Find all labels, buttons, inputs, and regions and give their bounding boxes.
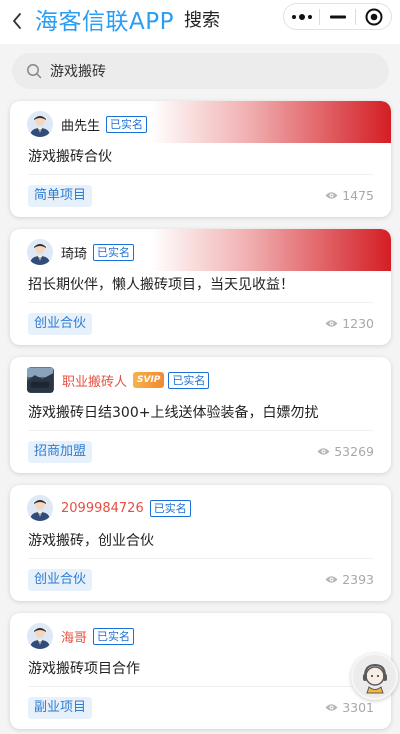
back-button[interactable]: [4, 6, 30, 36]
view-count-value: 1475: [342, 188, 374, 203]
divider: [28, 686, 373, 687]
post-card[interactable]: 曲先生 已实名 游戏搬砖合伙 简单项目 1475: [10, 101, 391, 217]
photo-avatar-icon: [27, 367, 53, 393]
person-avatar-icon: [27, 495, 53, 521]
avatar: [27, 239, 53, 265]
divider: [28, 302, 373, 303]
target-close-icon: [365, 8, 382, 25]
username[interactable]: 职业搬砖人: [62, 371, 127, 390]
view-count: 2393: [325, 572, 374, 587]
post-title: 游戏搬砖合伙: [28, 149, 112, 165]
avatar: [27, 623, 53, 649]
person-avatar-icon: [27, 111, 53, 137]
red-gradient-ribbon: [151, 229, 391, 271]
customer-service-icon: [362, 663, 387, 693]
view-count: 3301: [325, 700, 374, 715]
eye-icon: [325, 704, 338, 711]
search-bar[interactable]: [12, 53, 389, 89]
header: 海客信联APP 搜索: [0, 0, 400, 44]
app-brand: 海客信联APP: [35, 9, 174, 35]
view-count-value: 1230: [342, 316, 374, 331]
category-tag: 副业项目: [28, 697, 93, 719]
post-title: 招长期伙伴，懒人搬砖项目，当天见收益！: [28, 277, 294, 293]
verified-badge: 已实名: [93, 243, 135, 261]
post-author: 曲先生 已实名: [27, 111, 148, 137]
mini-program-capsule: [283, 3, 392, 30]
post-title: 游戏搬砖，创业合伙: [28, 533, 154, 549]
category-tag: 创业合伙: [28, 313, 93, 335]
close-button[interactable]: [356, 4, 391, 29]
post-list: 曲先生 已实名 游戏搬砖合伙 简单项目 1475 琦琦 已实名 招长期伙伴，懒人…: [10, 101, 391, 734]
post-author: 职业搬砖人 SVIP 已实名: [27, 367, 210, 393]
divider: [28, 558, 373, 559]
post-author: 海哥 已实名: [27, 623, 135, 649]
post-title: 游戏搬砖日结300+上线送体验装备，白嫖勿扰: [28, 405, 319, 421]
post-title: 游戏搬砖项目合作: [28, 661, 140, 677]
view-count: 1230: [325, 316, 374, 331]
person-avatar-icon: [27, 239, 53, 265]
chevron-left-icon: [13, 13, 21, 29]
post-card[interactable]: 琦琦 已实名 招长期伙伴，懒人搬砖项目，当天见收益！ 创业合伙 1230: [10, 229, 391, 345]
category-tag: 简单项目: [28, 185, 93, 207]
avatar: [27, 367, 54, 393]
svip-badge: SVIP: [133, 372, 165, 388]
more-dots-icon: [291, 13, 312, 20]
customer-service-button[interactable]: [351, 653, 398, 700]
post-card[interactable]: 2099984726 已实名 游戏搬砖，创业合伙 创业合伙 2393: [10, 485, 391, 601]
view-count-value: 2393: [342, 572, 374, 587]
avatar: [27, 495, 53, 521]
minimize-icon: [329, 15, 346, 18]
more-button[interactable]: [284, 4, 319, 29]
post-author: 2099984726 已实名: [27, 495, 191, 521]
post-author: 琦琦 已实名: [27, 239, 135, 265]
post-card[interactable]: 海哥 已实名 游戏搬砖项目合作 副业项目 3301: [10, 613, 391, 729]
red-gradient-ribbon: [151, 101, 391, 143]
category-tag: 创业合伙: [28, 569, 93, 591]
search-icon: [27, 64, 42, 79]
page-title: 搜索: [184, 10, 220, 31]
eye-icon: [325, 320, 338, 327]
avatar: [27, 111, 53, 137]
divider: [28, 174, 373, 175]
username[interactable]: 琦琦: [61, 243, 87, 262]
view-count-value: 53269: [334, 444, 374, 459]
eye-icon: [325, 576, 338, 583]
person-avatar-icon: [27, 623, 53, 649]
category-tag: 招商加盟: [28, 441, 93, 463]
search-input[interactable]: [50, 63, 350, 79]
view-count-value: 3301: [342, 700, 374, 715]
username[interactable]: 曲先生: [61, 115, 100, 134]
username[interactable]: 2099984726: [61, 501, 144, 516]
verified-badge: 已实名: [168, 371, 210, 389]
username[interactable]: 海哥: [61, 627, 87, 646]
minimize-button[interactable]: [320, 4, 355, 29]
eye-icon: [317, 448, 330, 455]
post-card[interactable]: 职业搬砖人 SVIP 已实名 游戏搬砖日结300+上线送体验装备，白嫖勿扰 招商…: [10, 357, 391, 473]
divider: [28, 430, 373, 431]
view-count: 1475: [325, 188, 374, 203]
view-count: 53269: [317, 444, 374, 459]
verified-badge: 已实名: [93, 627, 135, 645]
verified-badge: 已实名: [149, 499, 191, 517]
eye-icon: [325, 192, 338, 199]
verified-badge: 已实名: [106, 115, 148, 133]
